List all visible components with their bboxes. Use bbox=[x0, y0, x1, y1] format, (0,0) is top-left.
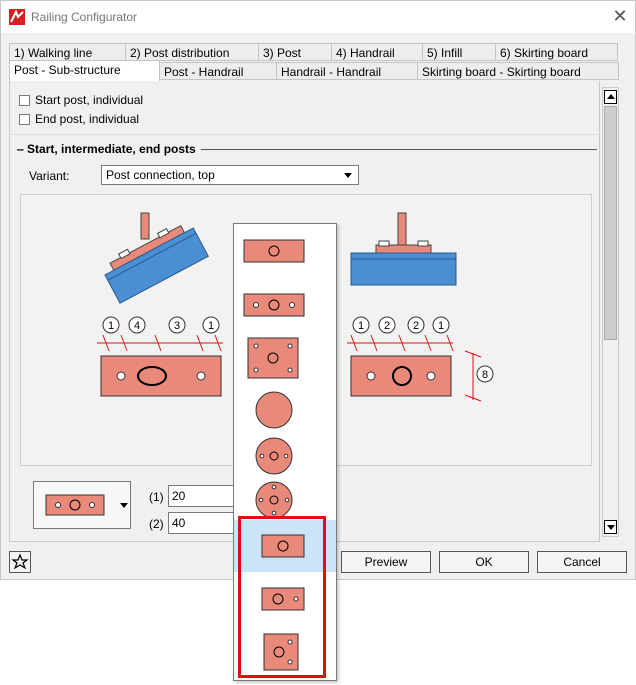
app-logo-icon bbox=[9, 9, 25, 25]
dim-label: 2 bbox=[413, 320, 419, 332]
dim-label: 1 bbox=[358, 320, 364, 332]
field-2-input[interactable]: 40 bbox=[168, 512, 238, 534]
tab-infill[interactable]: 5) Infill bbox=[422, 43, 496, 61]
tab-post-sub-structure[interactable]: Post - Sub-structure bbox=[9, 60, 160, 82]
dim-label: 2 bbox=[384, 320, 390, 332]
variant-value: Post connection, top bbox=[106, 168, 215, 182]
dropdown-option-circle-three-holes[interactable] bbox=[234, 432, 336, 478]
tab-handrail[interactable]: 4) Handrail bbox=[331, 43, 423, 61]
plate-circle-five-holes-icon bbox=[255, 481, 293, 519]
plate-rect-center-hole-small-icon bbox=[261, 534, 305, 558]
dropdown-option-square-holes-offset[interactable] bbox=[234, 624, 336, 678]
preview-button[interactable]: Preview bbox=[341, 551, 431, 573]
scroll-down-button[interactable] bbox=[604, 520, 617, 534]
field-1-input[interactable]: 20 bbox=[168, 485, 238, 507]
variant-select[interactable]: Post connection, top bbox=[101, 165, 359, 185]
plate-square-holes-offset-icon bbox=[263, 633, 299, 671]
tab-post-distribution[interactable]: 2) Post distribution bbox=[125, 43, 259, 61]
end-post-label: End post, individual bbox=[35, 112, 140, 126]
dim-label: 3 bbox=[174, 320, 180, 332]
cancel-button[interactable]: Cancel bbox=[537, 551, 627, 573]
dim-label: 8 bbox=[482, 369, 488, 381]
tab-handrail-handrail[interactable]: Handrail - Handrail bbox=[276, 62, 418, 80]
star-icon bbox=[11, 553, 29, 570]
dim-label: 1 bbox=[208, 320, 214, 332]
left-plate bbox=[100, 355, 222, 397]
field-1-label: (1) bbox=[149, 490, 164, 504]
dropdown-option-square-five-holes[interactable] bbox=[234, 334, 336, 380]
tab-skirting-board[interactable]: 6) Skirting board bbox=[495, 43, 618, 61]
plate-rect-hole-side-icon bbox=[261, 587, 305, 611]
end-post-checkbox-row[interactable]: End post, individual bbox=[19, 111, 139, 127]
vertical-scrollbar[interactable] bbox=[602, 87, 619, 537]
variant-label: Variant: bbox=[29, 169, 70, 183]
ok-button[interactable]: OK bbox=[439, 551, 529, 573]
left-post-assembly bbox=[104, 212, 209, 304]
plate-circle-plain-icon bbox=[255, 391, 293, 429]
scroll-up-button[interactable] bbox=[604, 90, 617, 104]
plate-rect-center-hole-icon bbox=[243, 239, 305, 263]
field-2-label: (2) bbox=[149, 517, 164, 531]
start-post-label: Start post, individual bbox=[35, 93, 144, 107]
tab-post[interactable]: 3) Post bbox=[258, 43, 332, 61]
dim-label: 4 bbox=[134, 320, 140, 332]
plate-circle-three-holes-icon bbox=[255, 437, 293, 475]
dropdown-option-rect-center-hole-small[interactable] bbox=[234, 520, 336, 572]
dropdown-option-rect-center-hole[interactable] bbox=[234, 226, 336, 272]
dropdown-option-rect-three-holes[interactable] bbox=[234, 280, 336, 326]
plate-preview-icon bbox=[45, 494, 105, 516]
dropdown-option-circle-five-holes[interactable] bbox=[234, 476, 336, 522]
plate-rect-three-holes-icon bbox=[243, 293, 305, 317]
plate-square-five-holes-icon bbox=[247, 337, 299, 379]
start-post-checkbox-row[interactable]: Start post, individual bbox=[19, 92, 143, 108]
plate-type-dropdown[interactable] bbox=[233, 223, 337, 681]
close-button[interactable]: ✕ bbox=[607, 4, 633, 28]
section-divider bbox=[9, 134, 598, 135]
plate-type-picker[interactable] bbox=[33, 481, 131, 529]
left-dimension-line bbox=[97, 334, 223, 352]
end-post-checkbox[interactable] bbox=[19, 113, 30, 125]
start-post-checkbox[interactable] bbox=[19, 94, 30, 106]
dropdown-option-circle-plain[interactable] bbox=[234, 386, 336, 432]
dropdown-option-rect-hole-side[interactable] bbox=[234, 576, 336, 622]
tab-walking-line[interactable]: 1) Walking line bbox=[9, 43, 126, 61]
dim-label: 1 bbox=[438, 320, 444, 332]
chevron-down-icon bbox=[344, 173, 352, 178]
section-line bbox=[201, 149, 597, 150]
window-title: Railing Configurator bbox=[31, 10, 138, 24]
title-bar: Railing Configurator ✕ bbox=[1, 1, 635, 33]
right-post-assembly bbox=[350, 212, 457, 286]
tab-post-handrail[interactable]: Post - Handrail bbox=[159, 62, 277, 80]
right-plate bbox=[350, 355, 452, 397]
section-title: ‒ Start, intermediate, end posts bbox=[17, 142, 196, 156]
left-dimension-labels: 1 4 3 1 bbox=[102, 316, 220, 334]
chevron-down-icon bbox=[120, 503, 128, 508]
dim-label: 1 bbox=[108, 320, 114, 332]
tab-skirting-board-skirting-board[interactable]: Skirting board - Skirting board bbox=[417, 62, 619, 80]
favorites-button[interactable] bbox=[9, 551, 31, 573]
scroll-thumb[interactable] bbox=[604, 106, 617, 340]
